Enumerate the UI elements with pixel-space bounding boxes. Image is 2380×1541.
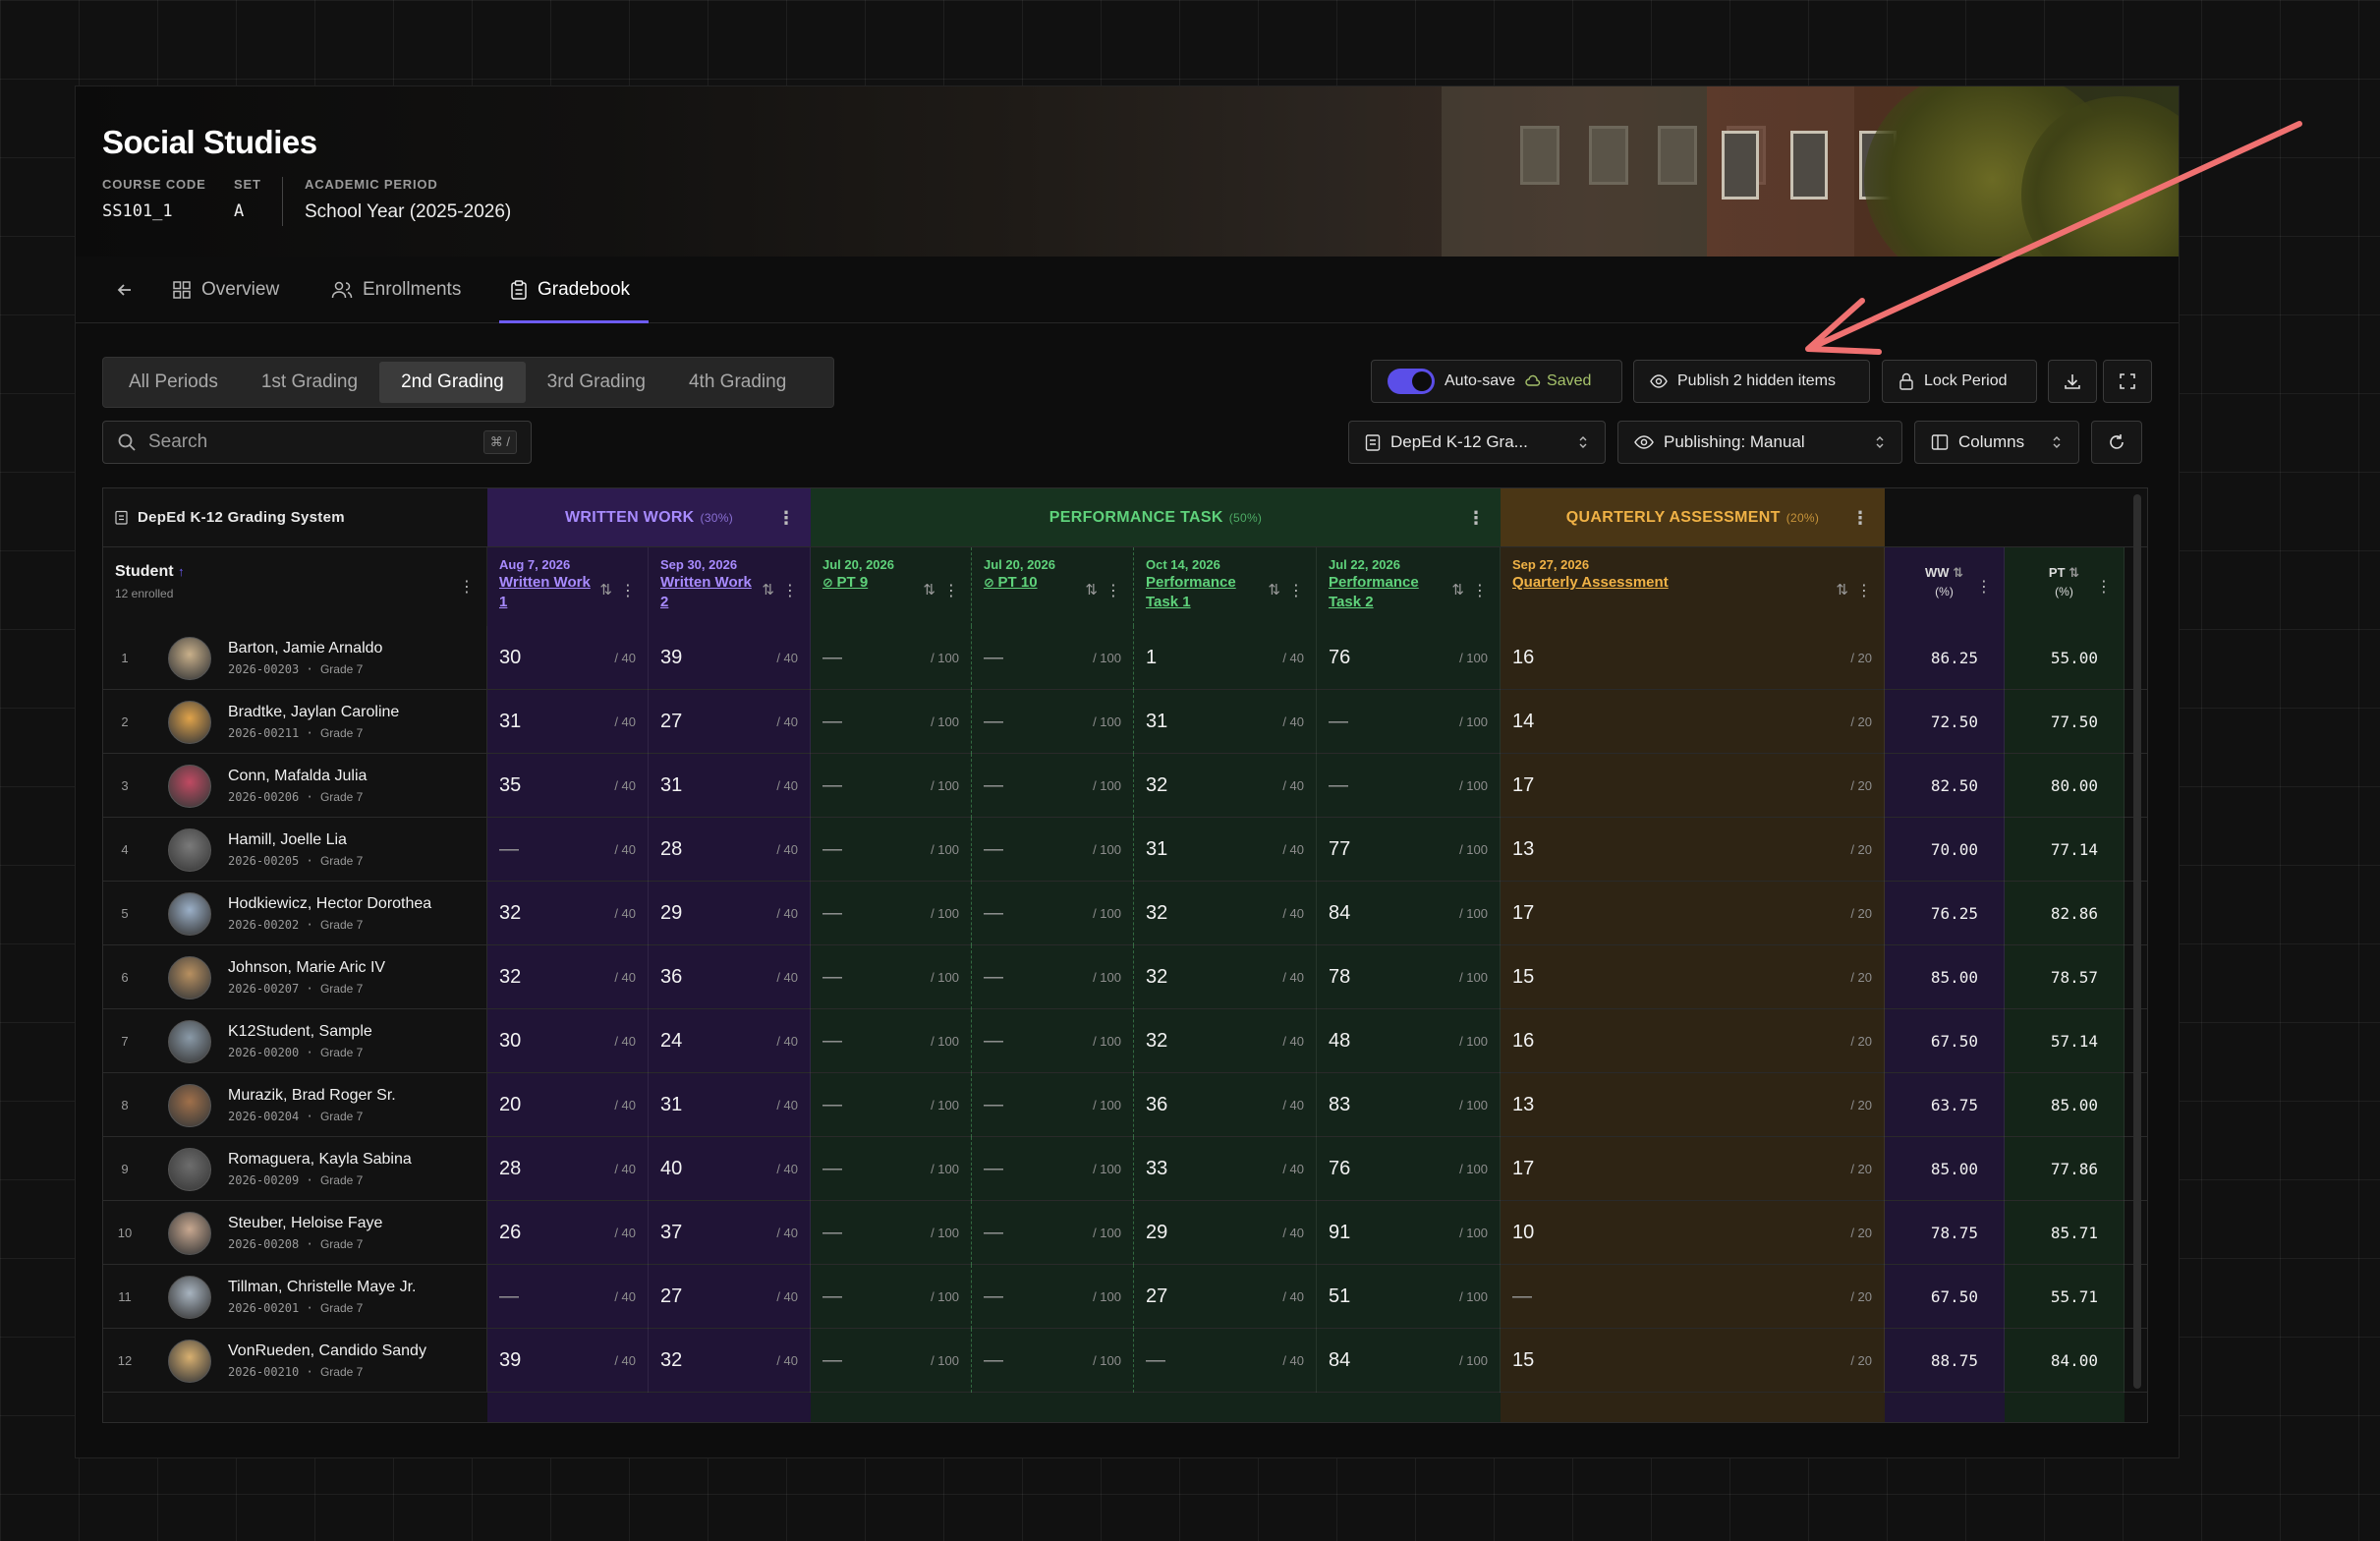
annotation-arrow (1805, 121, 2302, 355)
